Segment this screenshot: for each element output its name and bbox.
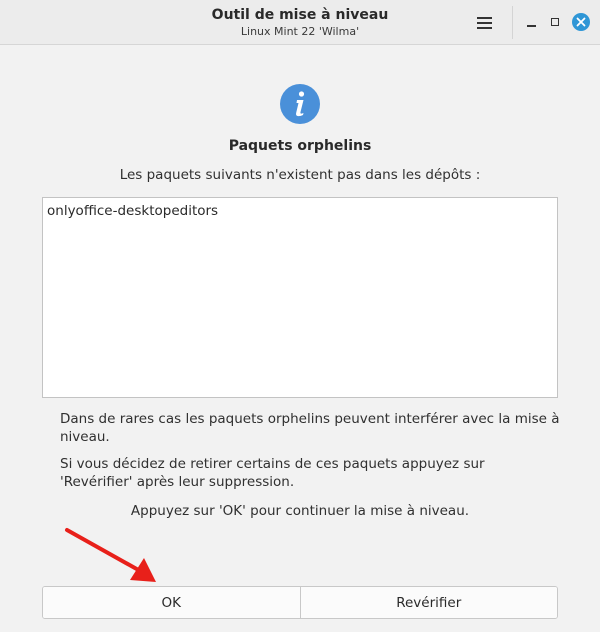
recheck-button[interactable]: Revérifier <box>299 587 557 618</box>
window-title: Outil de mise à niveau <box>211 7 389 23</box>
dialog-heading: Paquets orphelins <box>228 138 372 154</box>
titlebar-separator <box>512 6 513 39</box>
info-paragraph-continue: Appuyez sur 'OK' pour continuer la mise … <box>130 503 470 519</box>
info-icon <box>280 84 320 124</box>
info-paragraph-recheck: Si vous décidez de retirer certains de c… <box>60 456 485 490</box>
list-item[interactable]: onlyoffice-desktopeditors <box>47 202 553 220</box>
hamburger-menu-icon[interactable] <box>472 13 496 33</box>
upgrade-tool-window: Outil de mise à niveau Linux Mint 22 'Wi… <box>0 0 600 632</box>
orphan-packages-list[interactable]: onlyoffice-desktopeditors <box>42 197 558 398</box>
red-arrow-annotation <box>60 522 170 592</box>
dialog-subheading: Les paquets suivants n'existent pas dans… <box>119 167 481 183</box>
title-bar[interactable]: Outil de mise à niveau Linux Mint 22 'Wi… <box>0 0 600 45</box>
dialog-button-row: OK Revérifier <box>42 586 558 619</box>
ok-button[interactable]: OK <box>43 587 300 618</box>
close-icon[interactable] <box>572 13 590 31</box>
info-paragraph-interference: Dans de rares cas les paquets orphelins … <box>60 411 560 445</box>
window-subtitle: Linux Mint 22 'Wilma' <box>240 25 360 38</box>
maximize-icon[interactable] <box>546 13 564 31</box>
minimize-icon[interactable] <box>523 13 541 31</box>
